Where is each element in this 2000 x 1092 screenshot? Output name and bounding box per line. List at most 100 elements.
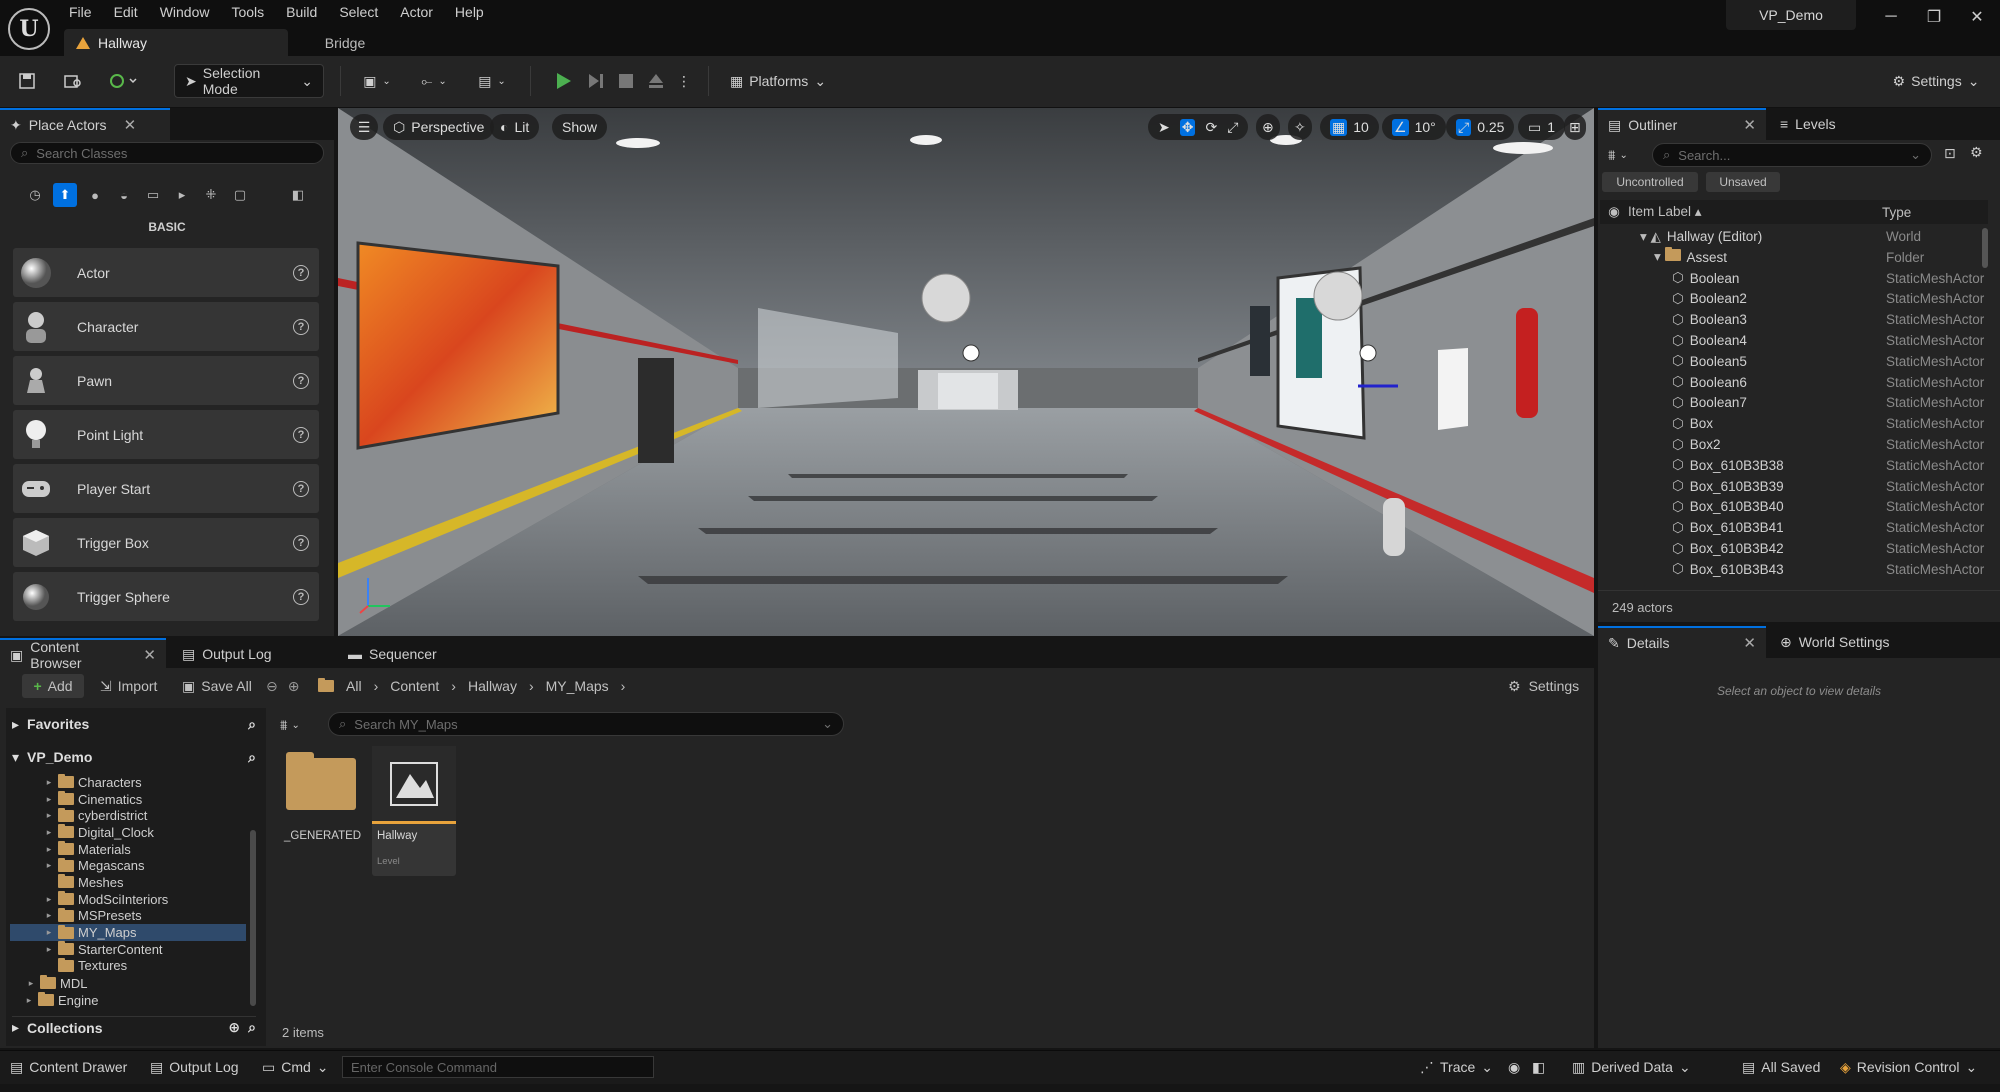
outliner-row[interactable]: ⬡ Boolean7 StaticMeshActor bbox=[1602, 392, 1990, 413]
shapes-icon[interactable]: ◒ bbox=[112, 183, 136, 207]
basic-category-icon[interactable]: ⬆ bbox=[53, 183, 77, 207]
grid-snap-button[interactable]: ▦ 10 bbox=[1320, 114, 1379, 140]
filter-unsaved[interactable]: Unsaved bbox=[1706, 172, 1780, 192]
rotation-snap-button[interactable]: ∠ 10° bbox=[1382, 114, 1446, 140]
rotate-icon[interactable]: ⟳ bbox=[1205, 119, 1217, 136]
tree-item-folder[interactable]: ▸ Megascans bbox=[10, 857, 246, 874]
restore-icon[interactable]: ❐ bbox=[1917, 4, 1951, 30]
favorites-section[interactable]: ▸ Favorites ⌕ bbox=[12, 713, 256, 735]
recent-icon[interactable]: ◷ bbox=[23, 183, 47, 207]
menu-file[interactable]: File bbox=[58, 0, 103, 24]
asset-tile-hallway-level[interactable]: Hallway Level bbox=[372, 746, 456, 876]
outliner-row[interactable]: ⬡ Box_610B3B43 StaticMeshActor bbox=[1602, 559, 1990, 580]
tree-scrollbar[interactable] bbox=[250, 830, 256, 1006]
select-icon[interactable]: ➤ bbox=[1158, 119, 1170, 136]
breadcrumb-item[interactable]: Content bbox=[390, 678, 439, 694]
derived-data-dropdown[interactable]: ▥ Derived Data ⌄ bbox=[1572, 1056, 1691, 1078]
settings-dropdown[interactable]: ⚙ Settings ⌄ bbox=[1886, 64, 1986, 98]
menu-actor[interactable]: Actor bbox=[389, 0, 444, 24]
revision-control-dropdown[interactable]: ◈ Revision Control ⌄ bbox=[1840, 1056, 1977, 1078]
selection-mode-dropdown[interactable]: ➤ Selection Mode ⌄ bbox=[174, 64, 324, 98]
blueprint-icon[interactable]: ⟜ ⌄ bbox=[412, 64, 456, 98]
tree-item-mdl[interactable]: ▸ MDL bbox=[26, 975, 87, 992]
world-local-icon[interactable]: ⊕ bbox=[1256, 114, 1280, 140]
screenshot-icon[interactable]: ◧ bbox=[1532, 1056, 1545, 1078]
breadcrumb-item[interactable]: All bbox=[346, 678, 362, 694]
platforms-dropdown[interactable]: ▦ Platforms ⌄ bbox=[722, 64, 834, 98]
help-icon[interactable]: ? bbox=[293, 588, 309, 605]
tree-item-folder[interactable]: ▸ Materials bbox=[10, 841, 246, 858]
tab-details[interactable]: ✎ Details ✕ bbox=[1598, 626, 1766, 658]
search-icon[interactable]: ⌕ bbox=[248, 1019, 256, 1036]
filter-icon[interactable]: ⩩ ⌄ bbox=[1608, 144, 1644, 166]
tab-content-browser[interactable]: ▣ Content Browser ✕ bbox=[0, 638, 166, 671]
column-item-label[interactable]: Item Label ▴ bbox=[1628, 204, 1882, 220]
outliner-row[interactable]: ⬡ Box_610B3B38 StaticMeshActor bbox=[1602, 455, 1990, 476]
back-icon[interactable]: ⊖ bbox=[266, 678, 278, 695]
outliner-row[interactable]: ⬡ Box_610B3B41 StaticMeshActor bbox=[1602, 517, 1990, 538]
menu-build[interactable]: Build bbox=[275, 0, 328, 24]
tab-level-hallway[interactable]: Hallway bbox=[64, 29, 288, 56]
outliner-row[interactable]: ⬡ Boolean6 StaticMeshActor bbox=[1602, 372, 1990, 393]
tab-sequencer[interactable]: ▬ Sequencer bbox=[338, 638, 447, 670]
output-log-button[interactable]: ▤ Output Log bbox=[150, 1056, 239, 1078]
tree-item-folder[interactable]: ▸ MSPresets bbox=[10, 907, 246, 925]
outliner-row[interactable]: ⬡ Box2 StaticMeshActor bbox=[1602, 434, 1990, 455]
visual-effects-icon[interactable]: ▸ bbox=[170, 183, 194, 207]
add-button[interactable]: + Add bbox=[22, 674, 84, 698]
tree-item-folder[interactable]: ▸ ModSciInteriors bbox=[10, 891, 246, 908]
save-icon[interactable] bbox=[12, 64, 42, 98]
close-icon[interactable]: ✕ bbox=[1743, 116, 1756, 134]
move-icon[interactable]: ✥ bbox=[1179, 118, 1196, 136]
surface-snap-icon[interactable]: ✧ bbox=[1288, 114, 1312, 140]
tree-item-folder[interactable]: ▸ Digital_Clock bbox=[10, 824, 246, 841]
record-icon[interactable]: ◉ bbox=[1508, 1056, 1520, 1078]
project-root-section[interactable]: ▾ VP_Demo ⌕ bbox=[12, 746, 256, 768]
help-icon[interactable]: ? bbox=[293, 264, 309, 281]
search-classes-input[interactable]: ⌕ Search Classes bbox=[10, 142, 324, 164]
outliner-row[interactable]: ⬡ Boolean StaticMeshActor bbox=[1602, 268, 1990, 289]
all-saved-button[interactable]: ▤ All Saved bbox=[1742, 1056, 1820, 1078]
actor-item-trigger-sphere[interactable]: Trigger Sphere ? bbox=[13, 572, 319, 621]
tree-item-folder[interactable]: ▸ MY_Maps bbox=[10, 924, 246, 941]
maximize-viewport-icon[interactable]: ⊞ bbox=[1564, 114, 1586, 140]
filter-icon[interactable]: ⩩ ⌄ bbox=[280, 714, 316, 736]
help-icon[interactable]: ? bbox=[293, 372, 309, 389]
outliner-scrollbar[interactable] bbox=[1982, 228, 1988, 268]
eject-icon[interactable] bbox=[642, 64, 670, 98]
asset-tile-generated-folder[interactable]: _GENERATED bbox=[284, 746, 361, 850]
viewport-options-icon[interactable]: ☰ bbox=[350, 114, 378, 140]
tab-output-log[interactable]: ▤ Output Log bbox=[172, 638, 282, 670]
breadcrumb-item[interactable]: Hallway bbox=[468, 678, 517, 694]
close-window-icon[interactable]: ✕ bbox=[1960, 4, 1994, 30]
add-folder-icon[interactable]: ⊡ bbox=[1944, 145, 1956, 162]
tab-world-settings[interactable]: ⊕ World Settings bbox=[1770, 626, 1900, 658]
minimize-icon[interactable]: ─ bbox=[1874, 4, 1908, 30]
actor-item-point-light[interactable]: Point Light ? bbox=[13, 410, 319, 459]
import-button[interactable]: ⇲ Import bbox=[100, 674, 157, 698]
cinematic-icon[interactable]: ▭ bbox=[141, 183, 165, 207]
trace-dropdown[interactable]: ⋰ Trace ⌄ bbox=[1420, 1056, 1493, 1078]
actor-item-player-start[interactable]: Player Start ? bbox=[13, 464, 319, 513]
lights-icon[interactable]: ● bbox=[83, 183, 107, 207]
collections-section[interactable]: ▸ Collections ⊕ ⌕ bbox=[12, 1016, 256, 1038]
more-options-icon[interactable]: ⋮ bbox=[672, 64, 696, 98]
scale-icon[interactable]: ⤢ bbox=[1227, 119, 1238, 136]
stop-icon[interactable] bbox=[612, 64, 640, 98]
camera-speed-button[interactable]: ▭ 1 bbox=[1518, 114, 1566, 140]
tree-item-folder[interactable]: ▸ Cinematics bbox=[10, 791, 246, 808]
help-icon[interactable]: ? bbox=[293, 534, 309, 551]
close-icon[interactable]: ✕ bbox=[1743, 634, 1756, 652]
search-icon[interactable]: ⌕ bbox=[248, 716, 256, 733]
outliner-row[interactable]: ⬡ Box_610B3B42 StaticMeshActor bbox=[1602, 538, 1990, 559]
play-icon[interactable] bbox=[548, 64, 580, 98]
lit-button[interactable]: ◐ Lit bbox=[490, 114, 540, 140]
gear-icon[interactable]: ⚙ bbox=[1970, 144, 1983, 161]
outliner-row[interactable]: ⬡ Boolean2 StaticMeshActor bbox=[1602, 288, 1990, 309]
breadcrumb-item[interactable]: MY_Maps bbox=[546, 678, 609, 694]
help-icon[interactable]: ? bbox=[293, 426, 309, 443]
outliner-row[interactable]: ⬡ Boolean3 StaticMeshActor bbox=[1602, 309, 1990, 330]
close-icon[interactable]: ✕ bbox=[124, 116, 137, 134]
tab-levels[interactable]: ≡ Levels bbox=[1770, 108, 1846, 140]
browse-icon[interactable] bbox=[58, 64, 88, 98]
